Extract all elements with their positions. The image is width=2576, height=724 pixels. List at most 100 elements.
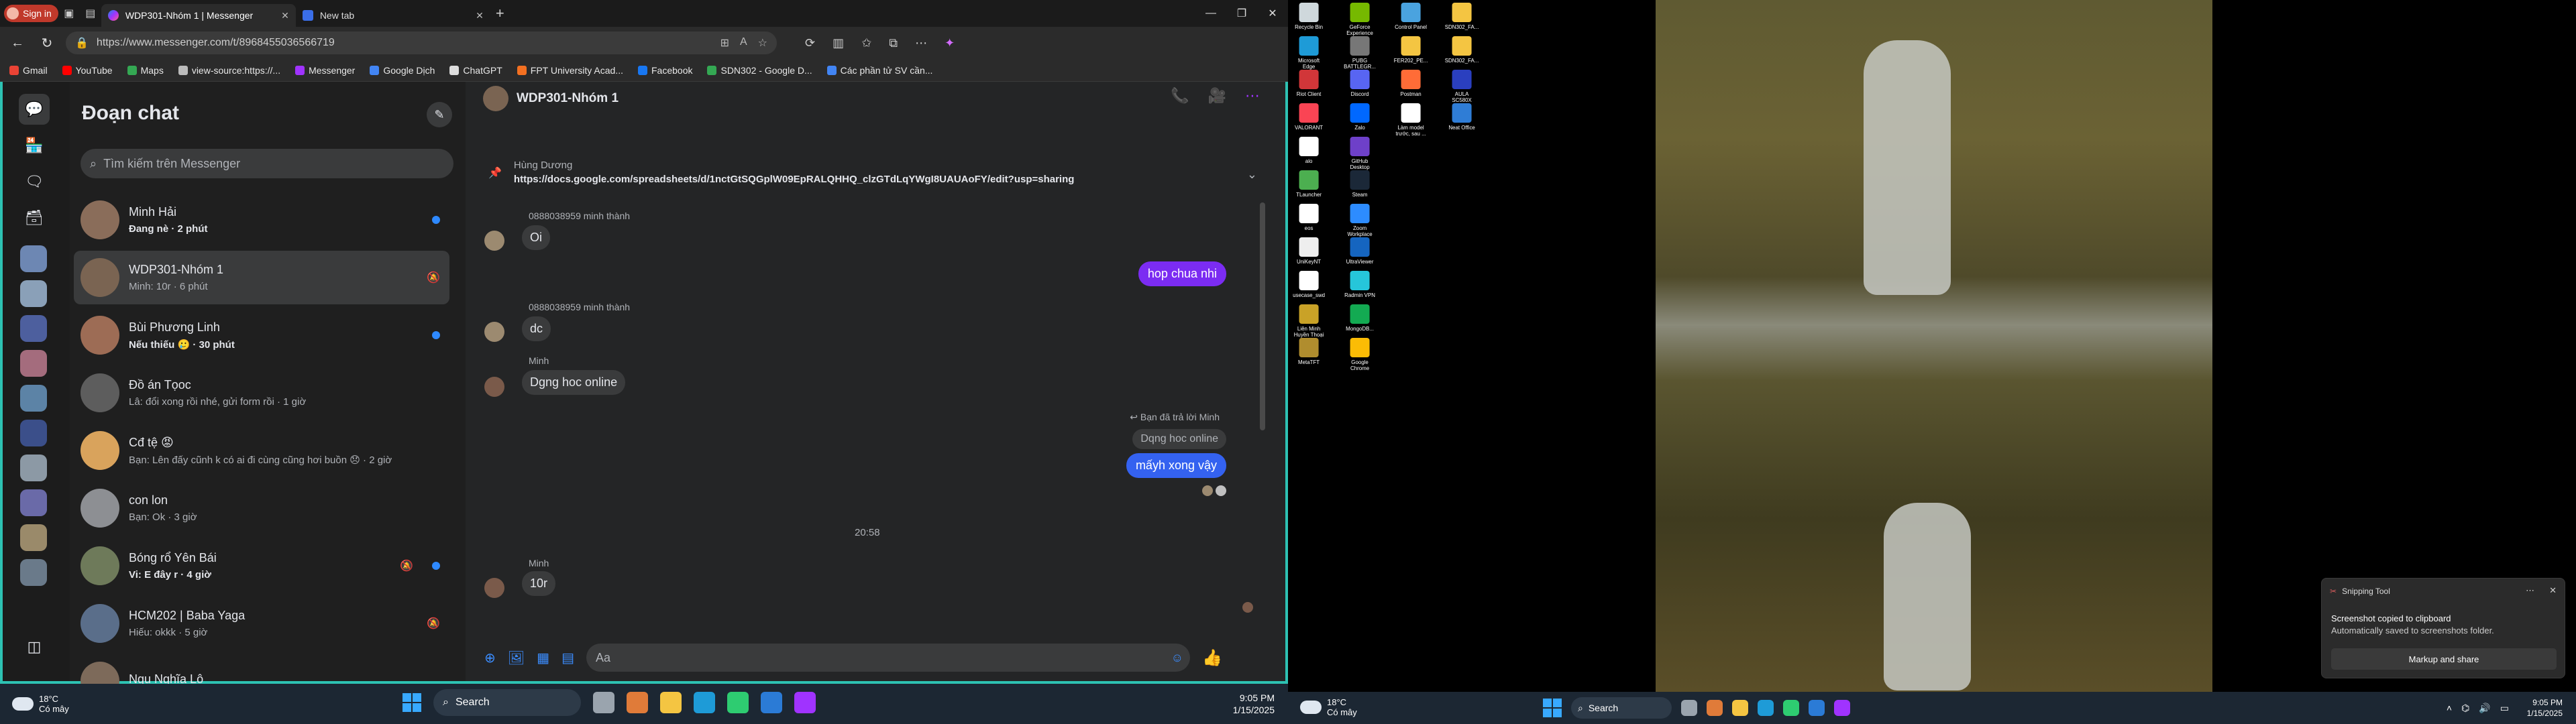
store-icon[interactable] xyxy=(727,692,749,713)
bookmark-item[interactable]: SDN302 - Google D... xyxy=(707,65,812,76)
desktop-icon[interactable]: Riot Client xyxy=(1292,70,1326,97)
community-avatar[interactable] xyxy=(20,455,47,481)
bookmark-item[interactable]: YouTube xyxy=(62,65,113,76)
marketplace-icon[interactable]: 🏪 xyxy=(19,130,50,161)
file-explorer-icon[interactable] xyxy=(660,692,682,713)
refresh-icon[interactable]: ↻ xyxy=(36,35,58,52)
back-icon[interactable]: ← xyxy=(7,36,28,51)
close-icon[interactable]: ✕ xyxy=(281,10,289,21)
desktop-icon[interactable]: GitHub Desktop xyxy=(1343,137,1377,170)
app-available-icon[interactable]: ⊞ xyxy=(720,36,729,50)
conversation-item[interactable]: WDP301-Nhóm 1 Minh: 10r · 6 phút 🔕 xyxy=(74,251,449,304)
scrollbar[interactable] xyxy=(1260,202,1265,430)
desktop-icon[interactable]: MetaTFT xyxy=(1292,338,1326,365)
conversation-item[interactable]: Bóng rổ Yên Bái Vi: E đây r · 4 giờ 🔕 xyxy=(74,539,449,593)
tab-messenger[interactable]: WDP301-Nhóm 1 | Messenger ✕ xyxy=(101,4,296,27)
community-avatar[interactable] xyxy=(20,420,47,446)
close-icon[interactable]: ✕ xyxy=(476,10,484,21)
desktop-icon[interactable]: FER202_PE... xyxy=(1394,36,1428,64)
quoted-message[interactable]: Dqng hoc online xyxy=(1132,429,1226,449)
emoji-icon[interactable]: ☺ xyxy=(1171,651,1183,665)
bookmark-item[interactable]: Gmail xyxy=(9,65,48,76)
image-icon[interactable]: 🖼 xyxy=(508,650,525,666)
desktop-icon[interactable]: Làm model trước, sau ... xyxy=(1394,103,1428,137)
more-icon[interactable]: ⋯ xyxy=(915,36,927,50)
edge-icon[interactable] xyxy=(1758,700,1774,716)
tab-new[interactable]: New tab ✕ xyxy=(296,4,490,27)
group-avatar[interactable] xyxy=(483,86,508,111)
windows-start-icon[interactable] xyxy=(402,693,421,712)
messenger-app-icon[interactable] xyxy=(1834,700,1850,716)
weather-widget[interactable]: 18°C Có mây xyxy=(12,694,69,714)
message-bubble-outgoing[interactable]: hop chua nhi xyxy=(1138,261,1226,286)
read-aloud-icon[interactable]: A xyxy=(740,36,747,50)
profile-button[interactable]: Sign in xyxy=(4,5,58,22)
search-input[interactable]: ⌕ Tìm kiếm trên Messenger xyxy=(80,149,453,178)
favorite-star-icon[interactable]: ☆ xyxy=(758,36,767,50)
add-tab-button[interactable]: + xyxy=(496,5,504,22)
chat-title[interactable]: WDP301-Nhóm 1 xyxy=(517,91,619,106)
copilot-icon[interactable]: ✦ xyxy=(945,36,955,50)
pinned-link[interactable]: https://docs.google.com/spreadsheets/d/1… xyxy=(514,174,1075,185)
desktop-icon[interactable]: Neat Office xyxy=(1445,103,1479,131)
task-view-icon[interactable] xyxy=(1681,700,1697,716)
message-bubble[interactable]: dc xyxy=(522,316,551,341)
desktop-icon[interactable]: MongoDB... xyxy=(1343,304,1377,332)
community-avatar[interactable] xyxy=(20,245,47,272)
desktop-icon[interactable]: UniKeyNT xyxy=(1292,237,1326,265)
desktop-icon[interactable]: eos xyxy=(1292,204,1326,231)
message-bubble[interactable]: 10r xyxy=(522,571,556,596)
bookmark-item[interactable]: Maps xyxy=(127,65,164,76)
clock[interactable]: 9:05 PM 1/15/2025 xyxy=(2527,697,2563,719)
desktop-icon[interactable]: Discord xyxy=(1343,70,1377,97)
desktop-icon[interactable]: SDN302_FA... xyxy=(1445,3,1479,30)
bookmark-item[interactable]: Google Dịch xyxy=(370,65,435,76)
desktop-icon[interactable]: VALORANT xyxy=(1292,103,1326,131)
new-message-icon[interactable]: ✎ xyxy=(427,102,452,127)
pinned-message[interactable]: 📌 Hùng Dương https://docs.google.com/spr… xyxy=(475,160,1271,193)
sidebar-toggle-icon[interactable]: ◫ xyxy=(19,631,50,662)
community-avatar[interactable] xyxy=(20,385,47,412)
desktop-icon[interactable]: usecase_swd xyxy=(1292,271,1326,298)
avatar[interactable] xyxy=(484,231,504,251)
minimize-icon[interactable]: — xyxy=(1195,7,1226,19)
desktop-icon[interactable]: TLauncher xyxy=(1292,170,1326,198)
edge-icon[interactable] xyxy=(694,692,715,713)
bookmark-item[interactable]: FPT University Acad... xyxy=(517,65,623,76)
message-bubble[interactable]: Oi xyxy=(522,225,550,250)
chevron-down-icon[interactable]: ⌄ xyxy=(1247,168,1257,182)
collections-icon[interactable]: ⧉ xyxy=(889,36,898,50)
desktop-icon[interactable]: AULA SC580X xyxy=(1445,70,1479,103)
desktop-icon[interactable]: UltraViewer xyxy=(1343,237,1377,265)
bookmark-item[interactable]: Facebook xyxy=(638,65,692,76)
favorites-icon[interactable]: ✩ xyxy=(861,36,871,50)
windows-start-icon[interactable] xyxy=(1543,699,1562,717)
network-icon[interactable]: ⌬ xyxy=(2461,703,2469,714)
file-explorer-icon[interactable] xyxy=(1732,700,1748,716)
avatar[interactable] xyxy=(484,322,504,342)
taskbar-search[interactable]: ⌕ Search xyxy=(1571,697,1672,719)
close-window-icon[interactable]: ✕ xyxy=(1257,7,1288,20)
community-avatar[interactable] xyxy=(20,489,47,516)
phone-icon[interactable]: 📞 xyxy=(1171,87,1189,105)
desktop-icon[interactable]: Liên Minh Huyền Thoại xyxy=(1292,304,1326,338)
bookmark-item[interactable]: ChatGPT xyxy=(449,65,502,76)
url-field[interactable]: 🔒 https://www.messenger.com/t/8968455036… xyxy=(66,32,777,54)
vscode-icon[interactable] xyxy=(761,692,782,713)
bookmark-item[interactable]: view-source:https://... xyxy=(178,65,280,76)
message-bubble[interactable]: Dgng hoc online xyxy=(522,370,626,395)
chevron-up-icon[interactable]: ˄ xyxy=(2447,703,2452,714)
gif-icon[interactable]: ▤ xyxy=(561,650,574,666)
volume-icon[interactable]: 🔊 xyxy=(2479,703,2490,714)
message-bubble-outgoing[interactable]: mấyh xong vậy xyxy=(1126,453,1226,478)
split-screen-icon[interactable]: ▥ xyxy=(833,36,844,50)
refresh-extension-icon[interactable]: ⟳ xyxy=(805,36,815,50)
desktop-icon[interactable]: Zoom Workplace xyxy=(1343,204,1377,237)
desktop-icon[interactable]: SDN302_FA... xyxy=(1445,36,1479,64)
desktop-icon[interactable]: Google Chrome xyxy=(1343,338,1377,371)
sticker-icon[interactable]: ▦ xyxy=(537,650,549,666)
like-icon[interactable]: 👍 xyxy=(1202,648,1222,668)
desktop-icon[interactable]: Control Panel xyxy=(1394,3,1428,30)
conversation-item[interactable]: Bùi Phương Linh Nếu thiếu 🥲 · 30 phút xyxy=(74,308,449,362)
community-avatar[interactable] xyxy=(20,315,47,342)
